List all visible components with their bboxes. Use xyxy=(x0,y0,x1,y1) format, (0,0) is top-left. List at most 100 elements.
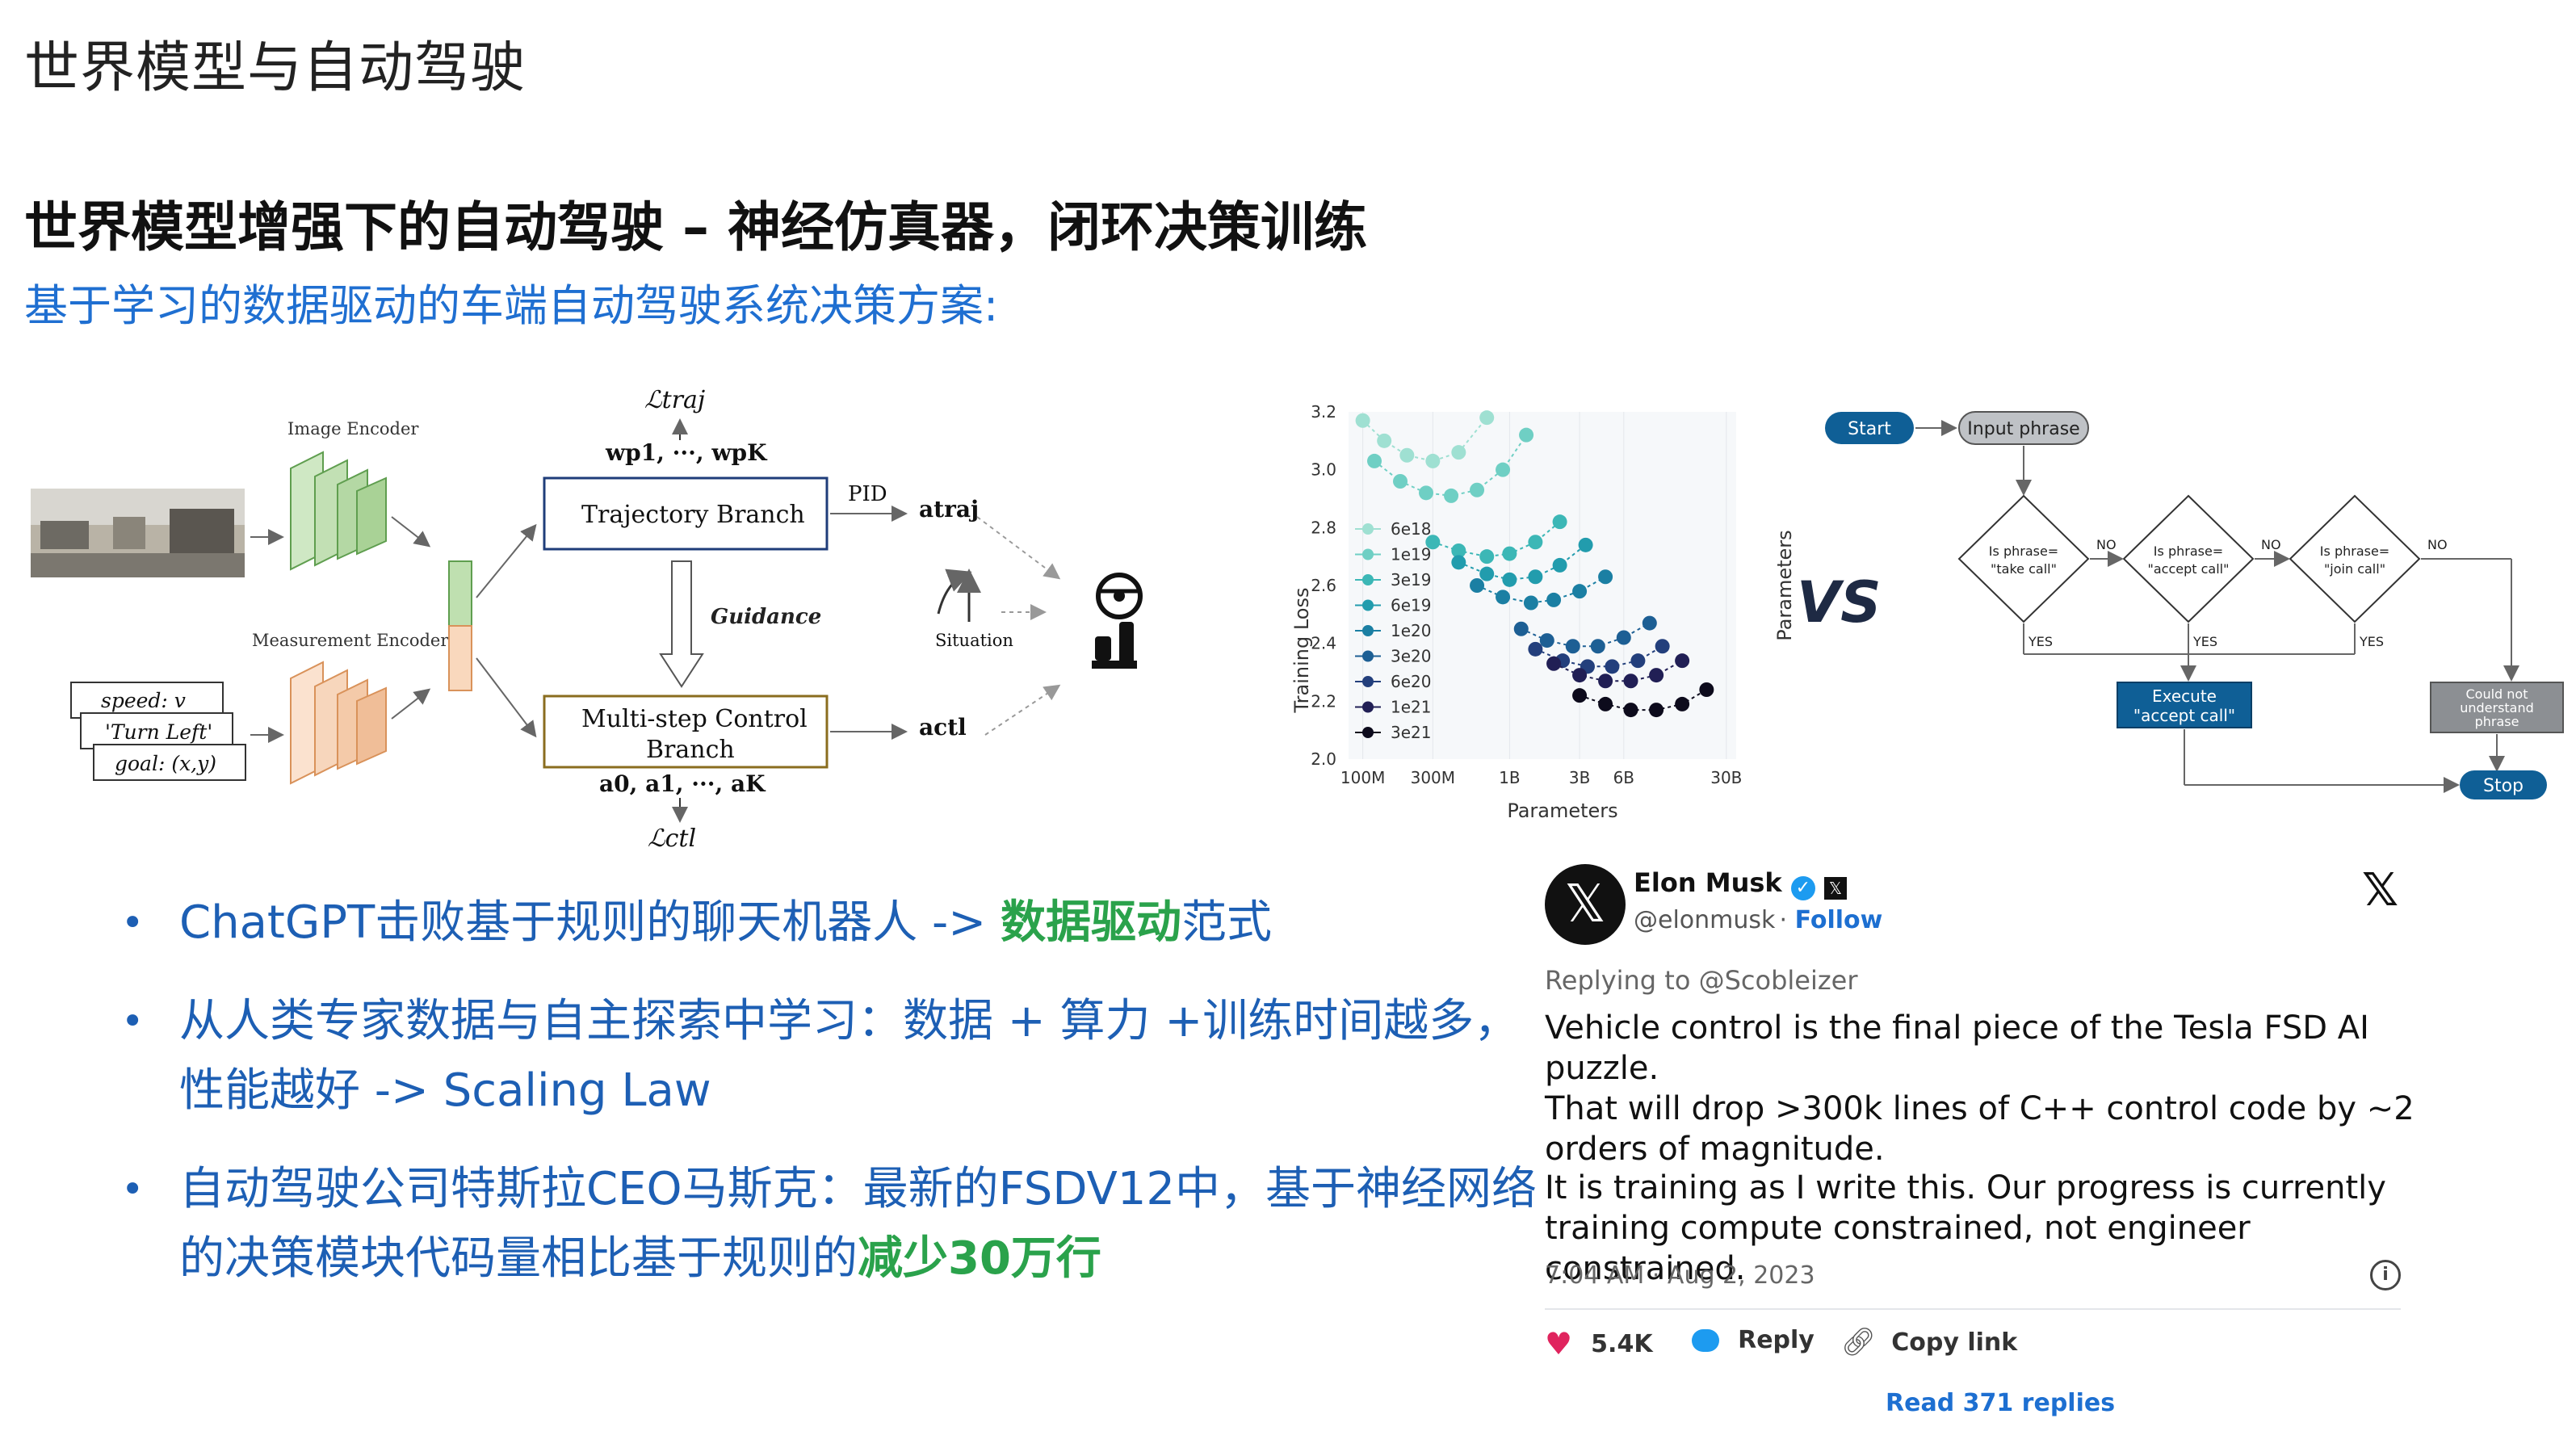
legend-marker xyxy=(1362,625,1374,636)
bullet1-highlight: 数据驱动 xyxy=(1000,896,1181,949)
author-handle[interactable]: @elonmusk xyxy=(1634,906,1775,934)
data-point-6e19 xyxy=(1502,572,1517,587)
data-point-1e19 xyxy=(1519,427,1534,443)
data-point-1e20 xyxy=(1598,569,1613,585)
data-point-3e19 xyxy=(1502,546,1517,561)
guidance-arrow xyxy=(659,560,704,688)
copy-link-button[interactable]: 🔗︎ Copy link xyxy=(1841,1326,2017,1358)
decision3-line1: Is phrase= xyxy=(2320,543,2389,559)
y-tick-label: 2.2 xyxy=(1311,691,1336,711)
legend-marker xyxy=(1362,523,1374,535)
bullet-list: • ChatGPT击败基于规则的聊天机器人 -> 数据驱动范式 • 从人类专家数… xyxy=(121,888,1542,1323)
data-point-3e21 xyxy=(1623,703,1638,718)
legend-label: 3e19 xyxy=(1391,570,1431,590)
yes-label-1: YES xyxy=(2028,634,2053,649)
a-traj-label: atraj xyxy=(919,496,979,522)
data-point-1e19 xyxy=(1496,462,1511,477)
x-tick-label: 3B xyxy=(1569,768,1590,787)
follow-button[interactable]: Follow xyxy=(1795,906,1883,934)
control-branch-line1: Multi-step Control xyxy=(581,705,808,733)
bullet-tesla: • 自动驾驶公司特斯拉CEO马斯克：最新的FSDV12中，基于神经网络 的决策模… xyxy=(121,1155,1542,1294)
divider xyxy=(1545,1308,2401,1310)
data-point-1e20 xyxy=(1523,595,1538,611)
bullet-dot: • xyxy=(121,900,145,946)
data-point-6e19 xyxy=(1479,566,1495,581)
image-encoder-label: Image Encoder xyxy=(287,419,419,439)
y-axis-label: Training Loss xyxy=(1290,588,1313,714)
reply-button[interactable]: Reply xyxy=(1692,1326,1815,1354)
reply-bubble-icon xyxy=(1692,1328,1719,1352)
data-point-6e19 xyxy=(1552,557,1567,573)
bullet1-text: ChatGPT击败基于规则的聊天机器人 -> xyxy=(179,896,1001,949)
data-point-3e20 xyxy=(1616,630,1631,645)
slide-heading: 世界模型增强下的自动驾驶 – 神经仿真器，闭环决策训练 xyxy=(24,196,1367,258)
data-point-1e20 xyxy=(1546,592,1562,607)
data-point-3e21 xyxy=(1572,688,1588,703)
legend-label: 6e18 xyxy=(1391,519,1431,539)
bullet3-highlight: 减少30万行 xyxy=(858,1232,1101,1285)
read-replies-link[interactable]: Read 371 replies xyxy=(1886,1389,2115,1417)
scaling-law-chart: Training Loss Parameters Parameters 2.0 2… xyxy=(1290,402,1796,822)
decision1-line1: Is phrase= xyxy=(1989,543,2058,559)
rule-based-flowchart: Start Input phrase Is phrase= "take call… xyxy=(1825,411,2564,799)
bullet2-line1: 从人类专家数据与自主探索中学习：数据 + 算力 +训练时间越多， xyxy=(179,995,1520,1047)
yes-label-2: YES xyxy=(2192,634,2217,649)
data-point-3e20 xyxy=(1642,615,1657,631)
legend-marker xyxy=(1362,650,1374,662)
decision-accept-call xyxy=(2122,494,2255,623)
data-point-6e20 xyxy=(1630,653,1646,669)
goal-input-text: goal: (x,y) xyxy=(115,752,216,775)
actions-label: a0, a1, ···, aK xyxy=(599,770,766,797)
data-point-6e18 xyxy=(1355,413,1370,428)
data-point-1e20 xyxy=(1572,584,1588,599)
loss-traj: ℒtraj xyxy=(644,386,705,414)
data-point-6e18 xyxy=(1425,453,1441,468)
tweet-timestamp[interactable]: 7:04 AM · Aug 2, 2023 xyxy=(1545,1261,1815,1290)
architecture-diagram: Image Encoder Measurement Encoder speed:… xyxy=(31,386,1143,853)
legend-marker xyxy=(1362,727,1374,738)
data-point-1e19 xyxy=(1470,482,1485,497)
input-phrase-label: Input phrase xyxy=(1967,419,2079,439)
data-point-3e19 xyxy=(1479,549,1495,564)
data-point-3e20 xyxy=(1539,633,1554,648)
loss-ctl: ℒctl xyxy=(648,825,696,853)
data-point-1e19 xyxy=(1367,453,1382,468)
tweet-line-4: It is training as I write this. Our prog… xyxy=(1545,1169,2386,1206)
data-point-1e19 xyxy=(1444,488,1459,503)
x-logo-icon[interactable]: 𝕏 xyxy=(2362,864,2398,917)
data-point-1e19 xyxy=(1419,485,1434,501)
like-button[interactable]: ♥ 5.4K xyxy=(1545,1326,1653,1362)
bullet-dot: • xyxy=(121,1167,145,1212)
tweet-line-3: orders of magnitude. xyxy=(1545,1131,1885,1168)
author-name[interactable]: Elon Musk xyxy=(1634,867,1782,898)
yes-label-3: YES xyxy=(2359,634,2384,649)
data-point-6e19 xyxy=(1451,555,1466,570)
bullet3-line1: 自动驾驶公司特斯拉CEO马斯克：最新的FSDV12中，基于神经网络 xyxy=(179,1163,1538,1215)
legend-marker xyxy=(1362,599,1374,611)
tweet-author-row: Elon Musk ✓ 𝕏 xyxy=(1634,867,1847,900)
image-encoder-blocks xyxy=(290,451,387,571)
data-point-1e20 xyxy=(1470,578,1485,593)
image-feature xyxy=(448,560,472,627)
x-tick-label: 1B xyxy=(1499,768,1520,787)
replying-to[interactable]: Replying to @Scobleizer xyxy=(1545,965,1857,996)
info-icon[interactable]: i xyxy=(2370,1260,2401,1290)
data-point-3e19 xyxy=(1425,535,1441,550)
measurement-encoder-blocks xyxy=(290,661,387,785)
data-point-6e19 xyxy=(1528,569,1543,585)
right-axis-label: Parameters xyxy=(1773,530,1796,640)
legend-marker xyxy=(1362,548,1374,560)
data-point-6e20 xyxy=(1605,659,1620,674)
page-title: 世界模型与自动驾驶 xyxy=(24,36,527,100)
decision-take-call xyxy=(1957,494,2090,623)
data-point-1e21 xyxy=(1623,674,1638,689)
steering-wheel-icon xyxy=(1096,573,1143,619)
pid-label: PID xyxy=(848,482,887,506)
decision3-line2: "join call" xyxy=(2324,561,2385,577)
could-not-line3: phrase xyxy=(2475,714,2519,729)
legend-label: 1e21 xyxy=(1391,698,1431,717)
data-point-3e19 xyxy=(1528,535,1543,550)
avatar[interactable]: 𝕏 xyxy=(1545,864,1626,945)
measurement-feature xyxy=(448,625,472,691)
situation-label: Situation xyxy=(935,631,1013,650)
